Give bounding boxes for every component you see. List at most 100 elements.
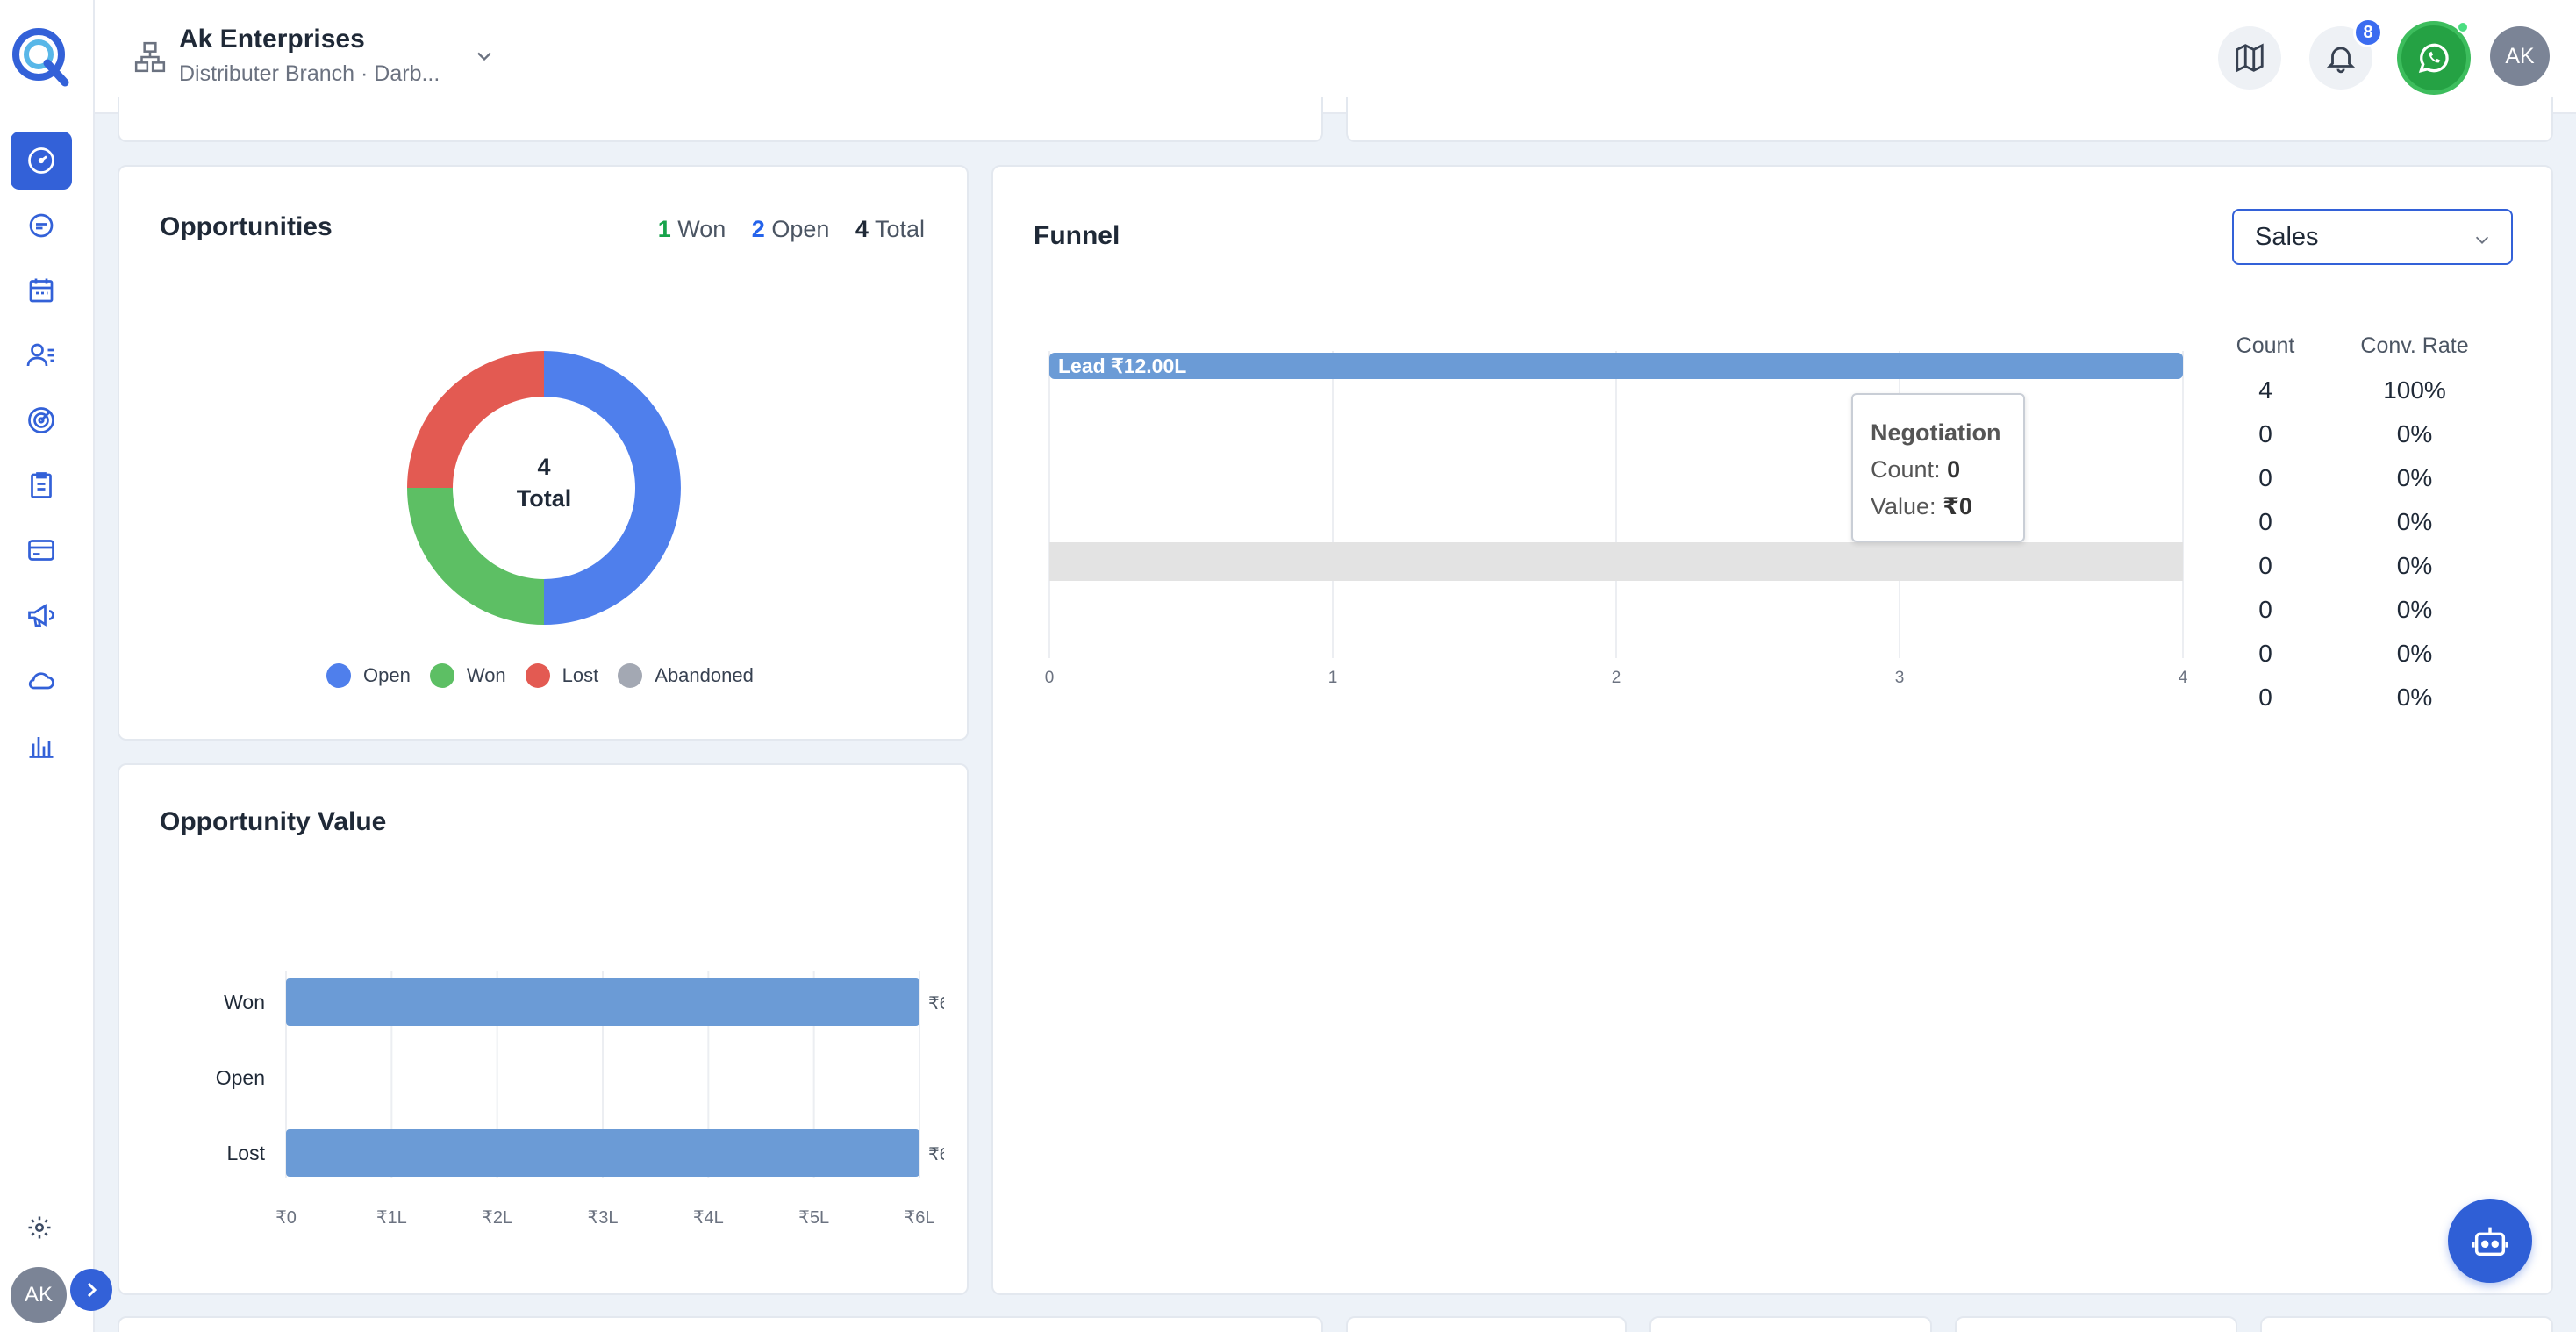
next-card [1649,1316,1932,1332]
x-tick-label: ₹6L [905,1208,935,1228]
legend-label[interactable]: Abandoned [655,664,754,687]
funnel-bar-label: Lead ₹12.00L [1058,354,1186,377]
x-tick-label: 2 [1612,669,1621,687]
funnel-type-select[interactable]: Sales [2232,209,2513,265]
total-label: Total [874,216,925,242]
table-row: 0 0% [2213,588,2511,632]
value-bar-won[interactable] [286,978,919,1026]
bar-chart-icon [29,737,54,758]
sidebar-item-megaphone[interactable] [11,586,72,644]
card-title: Opportunities [160,212,333,241]
chat-icon [29,213,54,238]
chatbot-button[interactable] [2448,1199,2532,1283]
conv-rate-cell: 0% [2396,684,2433,711]
donut-total-value: 4 [537,454,551,480]
next-card [2260,1316,2553,1332]
legend-label[interactable]: Open [363,664,411,687]
funnel-tooltip: Negotiation Count: 0 Value: ₹0 [1851,393,2025,542]
cloud-icon [28,672,54,690]
legend-dot [326,663,351,688]
x-tick-label: 3 [1895,669,1905,687]
value-bar-lost[interactable] [286,1129,919,1177]
legend-label[interactable]: Won [467,664,506,687]
conv-rate-cell: 0% [2396,420,2433,448]
conv-rate-cell: 0% [2396,552,2433,579]
user-avatar[interactable]: AK [2490,26,2550,86]
sidebar-item-contacts[interactable] [11,326,72,384]
opportunity-value-bar-chart[interactable]: ₹0 ₹1L ₹2L ₹3L ₹4L ₹5L ₹6L Won ₹6 Open Lost ₹6 [154,923,944,1257]
won-count: 1 [657,216,671,242]
conversion-table: Count Conv. Rate 4 100% 0 0% 0 0% 0 0% 0 0% 0 0% 0 0%… [2213,333,2511,720]
opportunity-value-card: Opportunity Value ₹0 ₹1L ₹2L ₹3L ₹4L ₹5L ₹6L Wo… [118,763,969,1295]
online-status-dot [2457,21,2469,33]
count-cell: 0 [2258,552,2272,579]
sidebar-item-bar-chart[interactable] [11,716,72,774]
sidebar-item-dashboard[interactable] [11,132,72,190]
chevron-right-icon [87,1282,97,1298]
count-cell: 0 [2258,508,2272,535]
funnel-select-value: Sales [2255,223,2319,251]
conv-rate-header: Conv. Rate [2360,333,2469,358]
open-label: Open [771,216,830,242]
clipboard-icon [31,472,52,498]
expand-sidebar-button[interactable] [70,1269,112,1311]
x-tick-label: ₹1L [376,1208,407,1228]
x-tick-label: ₹2L [482,1208,512,1228]
calendar-icon [29,278,54,303]
notification-badge: 8 [2353,18,2383,47]
table-row: 0 0% [2213,676,2511,720]
count-cell: 0 [2258,640,2272,667]
legend-label[interactable]: Lost [562,664,599,687]
x-tick-label: ₹3L [588,1208,619,1228]
contacts-icon [26,343,54,367]
funnel-bar-lead[interactable] [1049,353,2183,379]
org-branch[interactable]: Distributer Branch · Darb... [179,61,440,87]
org-name[interactable]: Ak Enterprises [179,25,365,54]
table-row: 0 0% [2213,632,2511,676]
x-tick-label: ₹0 [275,1208,297,1228]
settings-icon[interactable] [21,1209,58,1246]
card-icon [28,540,54,561]
sidebar-item-target[interactable] [11,391,72,449]
previous-card-left [118,97,1323,142]
next-card [118,1316,1323,1332]
conv-rate-cell: 0% [2396,640,2433,667]
legend-dot [618,663,643,688]
map-button[interactable] [2218,26,2281,90]
next-card [1346,1316,1627,1332]
target-icon [28,407,54,433]
sidebar: AK [0,0,112,1332]
funnel-card: Funnel Sales 0 1 2 3 4 Lead ₹12.00L Negotiati… [991,165,2553,1295]
org-structure-icon [133,40,167,74]
conv-rate-cell: 0% [2396,508,2433,535]
previous-card-right [1346,97,2553,142]
sidebar-item-cloud[interactable] [11,651,72,709]
sidebar-avatar[interactable]: AK [11,1267,67,1323]
bar-data-label: ₹6 [928,994,944,1013]
opportunities-card: Opportunities 1 Won 2 Open 4 Total 4 Tot… [118,165,969,741]
count-header: Count [2236,333,2295,358]
y-category-label: Won [224,991,265,1013]
table-row: 4 100% [2213,369,2511,412]
chevron-down-icon[interactable] [472,44,497,68]
sidebar-item-calendar[interactable] [11,261,72,319]
dashboard-icon [28,147,54,174]
donut-legend: Open Won Lost Abandoned [326,663,773,688]
sidebar-item-clipboard[interactable] [11,456,72,514]
y-category-label: Open [216,1066,265,1089]
won-label: Won [677,216,726,242]
sidebar-item-card[interactable] [11,521,72,579]
count-cell: 4 [2258,376,2272,404]
app-logo-icon[interactable] [9,23,74,88]
conversion-table-header: Count Conv. Rate [2213,333,2511,369]
open-count: 2 [751,216,765,242]
count-cell: 0 [2258,464,2272,491]
x-tick-label: 1 [1328,669,1338,687]
total-count: 4 [855,216,869,242]
sidebar-item-chat[interactable] [11,197,72,254]
x-tick-label: 4 [2179,669,2188,687]
table-row: 0 0% [2213,500,2511,544]
x-tick-label: ₹4L [693,1208,724,1228]
bell-icon [2326,47,2356,74]
y-category-label: Lost [227,1142,266,1164]
